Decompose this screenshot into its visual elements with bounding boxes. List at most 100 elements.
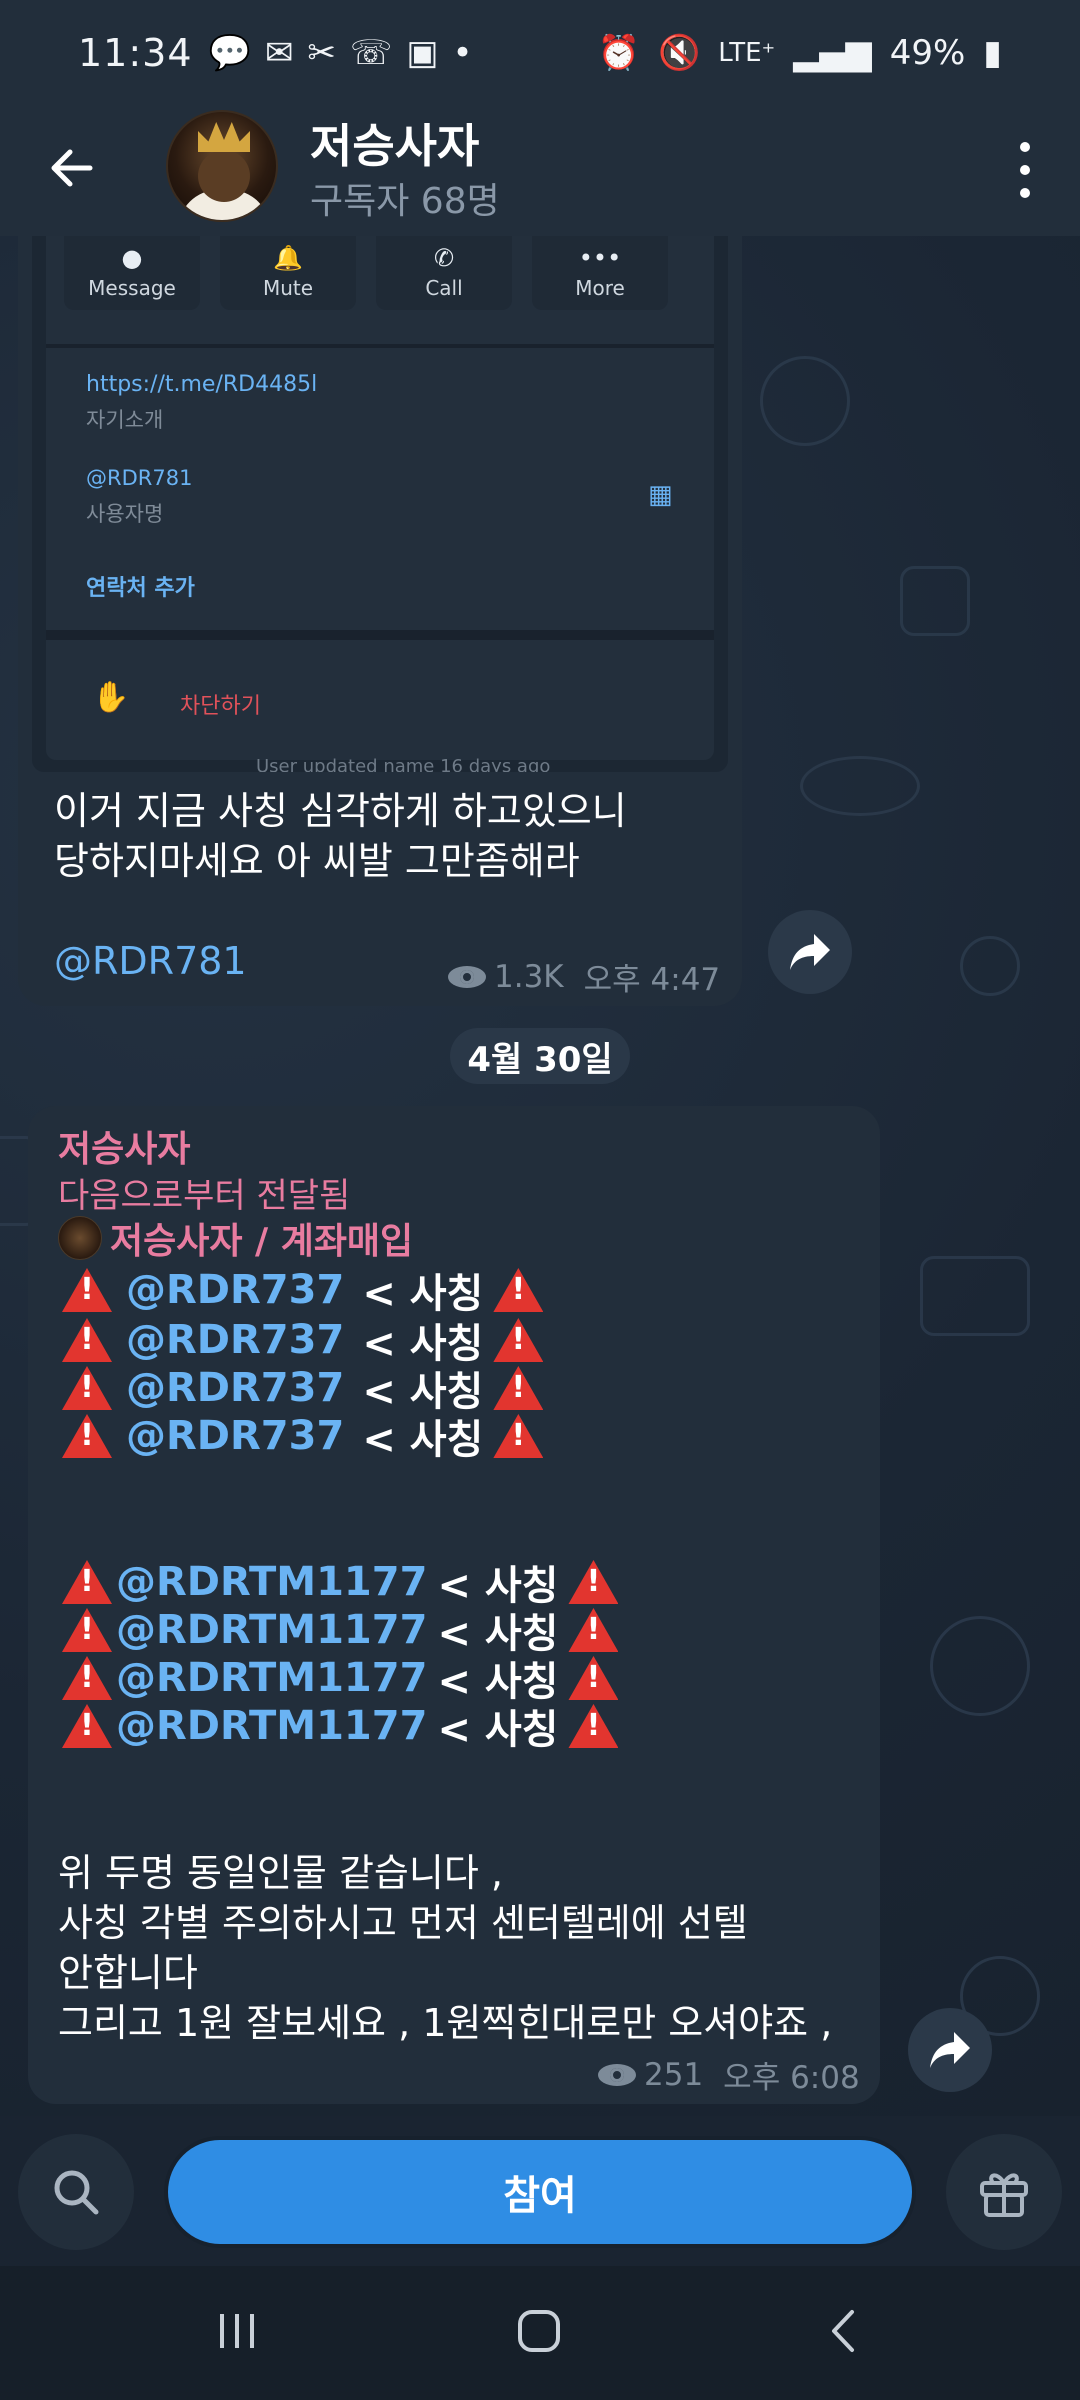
tools-notification-icon: ✂ (307, 33, 336, 73)
warning-icon (564, 1606, 622, 1654)
warning-icon (489, 1316, 547, 1364)
network-type: LTE⁺ (718, 38, 776, 68)
forward-arrow-icon (790, 934, 830, 970)
warning-icon (564, 1702, 622, 1750)
screenshot-button-label: Mute (262, 276, 314, 300)
notification-icons: 💬 ✉ ✂ ☏ ▣ • (209, 33, 473, 73)
message-1-meta: 1.3K 오후 4:47 (448, 954, 720, 999)
eye-icon (448, 965, 486, 988)
mail-notification-icon: ✉ (264, 33, 294, 73)
chat-notification-icon: 💬 (208, 33, 251, 73)
view-count: 251 (644, 2056, 704, 2093)
warning-icon (58, 1702, 116, 1750)
impersonation-label: < 사칭 (362, 1417, 484, 1463)
screenshot-divider (46, 344, 714, 348)
search-button[interactable] (18, 2134, 134, 2250)
impersonator-handle-link[interactable]: @RDRTM1177 (116, 1655, 427, 1701)
impersonator-handle-link[interactable]: @RDRTM1177 (116, 1703, 427, 1749)
message-time: 오후 6:08 (723, 2060, 860, 2096)
message-bubble-2[interactable]: 저승사자 다음으로부터 전달됨 저승사자 / 계좌매입 @RDR737 < 사칭… (28, 1106, 880, 2104)
share-button-2[interactable] (908, 2008, 992, 2092)
channel-avatar[interactable] (166, 110, 278, 222)
warning-line: @RDRTM1177 < 사칭 (58, 1558, 622, 1609)
message-2-body: 위 두명 동일인물 같습니다 , 사칭 각별 주의하시고 먼저 센터텔레에 선텔… (58, 1851, 833, 2045)
share-button-1[interactable] (768, 910, 852, 994)
message-1-mention-link[interactable]: @RDR781 (54, 936, 247, 986)
phone-icon: ✆ (433, 244, 455, 272)
warning-line: @RDRTM1177 < 사칭 (58, 1702, 622, 1753)
screenshot-add-contact: 연락처 추가 (86, 576, 195, 601)
impersonator-handle-link[interactable]: @RDR737 (126, 1413, 344, 1459)
warning-icon (58, 1316, 116, 1364)
warning-line: @RDR737 < 사칭 (58, 1364, 547, 1415)
profile-screenshot-image[interactable]: ● Message 🔔 Mute ✆ Call ••• More https:/… (32, 236, 728, 772)
mute-icon: 🔇 (657, 33, 701, 73)
warning-icon (58, 1558, 116, 1606)
forwarded-source-name: 저승사자 / 계좌매입 (110, 1221, 414, 1262)
system-icons: ⏰ 🔇 LTE⁺ ▂▄▆ 49% ▮ (598, 33, 1002, 73)
wifi-call-icon: ☏ (349, 33, 393, 73)
screenshot-divider (46, 630, 714, 640)
screenshot-username-caption: 사용자명 (86, 502, 164, 526)
more-options-icon[interactable] (1018, 142, 1032, 198)
ellipsis-icon: ••• (578, 244, 622, 272)
channel-title[interactable]: 저승사자 (310, 110, 479, 176)
status-bar: 11:34 💬 ✉ ✂ ☏ ▣ • ⏰ 🔇 LTE⁺ ▂▄▆ 49% ▮ (0, 0, 1080, 106)
screenshot-link: https://t.me/RD4485l (86, 372, 318, 397)
speech-bubble-icon: ● (121, 244, 143, 272)
screenshot-block-label: 차단하기 (180, 694, 261, 719)
warning-line: @RDRTM1177 < 사칭 (58, 1606, 622, 1657)
screenshot-call-button: ✆ Call (376, 236, 512, 310)
screenshot-username: @RDR781 (86, 466, 193, 490)
image-notification-icon: ▣ (406, 33, 439, 73)
warning-icon (58, 1266, 116, 1314)
forwarded-label: 다음으로부터 전달됨 (58, 1176, 351, 1216)
signal-icon: ▂▄▆ (793, 33, 872, 73)
message-author[interactable]: 저승사자 (58, 1120, 190, 1172)
join-channel-button[interactable]: 참여 (168, 2140, 912, 2244)
screenshot-message-button: ● Message (64, 236, 200, 310)
warning-icon (489, 1364, 547, 1412)
screenshot-button-label: More (575, 276, 625, 300)
screenshot-link-caption: 자기소개 (86, 408, 164, 432)
alarm-icon: ⏰ (597, 33, 640, 73)
impersonator-handle-link[interactable]: @RDR737 (126, 1365, 344, 1411)
screenshot-button-label: Call (425, 276, 463, 300)
gift-icon (980, 2173, 1028, 2217)
eye-icon (598, 2063, 636, 2086)
impersonator-handle-link[interactable]: @RDRTM1177 (116, 1607, 427, 1653)
more-notifications-dot-icon: • (452, 33, 473, 73)
screenshot-profile-panel: ● Message 🔔 Mute ✆ Call ••• More https:/… (46, 236, 714, 772)
impersonator-handle-link[interactable]: @RDR737 (126, 1317, 344, 1363)
hand-stop-icon: ✋ (92, 680, 130, 715)
battery-icon: ▮ (983, 33, 1002, 73)
message-2-meta: 251 오후 6:08 (598, 2052, 860, 2097)
qr-code-icon: ▦ (648, 480, 673, 510)
impersonator-handle-link[interactable]: @RDR737 (126, 1267, 344, 1313)
avatar-face-shape (198, 150, 250, 202)
warning-icon (489, 1266, 547, 1314)
crown-icon (198, 122, 250, 152)
home-icon[interactable] (514, 2306, 566, 2356)
recent-apps-icon[interactable] (212, 2306, 262, 2356)
subscriber-count: 구독자 68명 (310, 181, 500, 222)
warning-icon (58, 1606, 116, 1654)
impersonator-handle-link[interactable]: @RDRTM1177 (116, 1559, 427, 1605)
gift-button[interactable] (946, 2134, 1062, 2250)
screenshot-mute-button: 🔔 Mute (220, 236, 356, 310)
search-icon (54, 2170, 99, 2215)
forwarded-source[interactable]: 저승사자 / 계좌매입 (58, 1212, 413, 1264)
date-separator: 4월 30일 (450, 1028, 630, 1084)
message-time: 오후 4:47 (583, 962, 721, 998)
bell-icon: 🔔 (273, 244, 303, 272)
source-avatar (58, 1216, 102, 1260)
battery-level: 49% (889, 33, 966, 73)
forward-arrow-icon (930, 2032, 970, 2068)
warning-icon (489, 1412, 547, 1460)
screenshot-more-button: ••• More (532, 236, 668, 310)
message-bubble-1[interactable]: ● Message 🔔 Mute ✆ Call ••• More https:/… (18, 236, 742, 1006)
channel-header: 저승사자 구독자 68명 (0, 106, 1080, 236)
back-nav-icon[interactable] (820, 2306, 870, 2356)
back-arrow-icon[interactable] (42, 138, 102, 198)
warning-icon (564, 1558, 622, 1606)
